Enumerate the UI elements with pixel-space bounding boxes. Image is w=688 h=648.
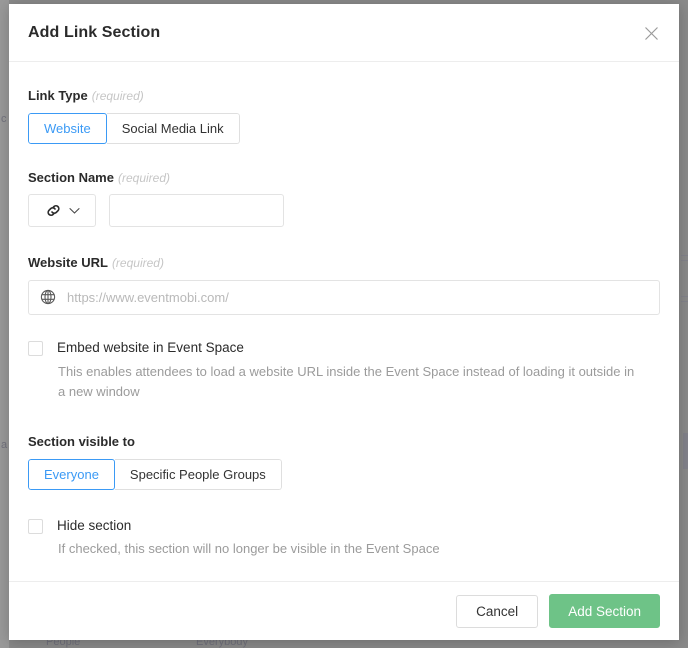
embed-website-help-text: This enables attendees to load a website… [58, 363, 635, 399]
hide-section-checkbox[interactable] [28, 518, 43, 534]
visibility-option-specific-people-groups[interactable]: Specific People Groups [114, 458, 282, 490]
embed-website-field: Embed website in Event Space This enable… [28, 340, 660, 402]
embed-website-label: Embed website in Event Space [57, 339, 244, 355]
hide-section-label: Hide section [57, 517, 132, 533]
website-url-input-wrapper [28, 279, 660, 315]
website-url-field: Website URL (required) [28, 255, 660, 315]
hide-section-checkbox-row: Hide section [28, 518, 660, 535]
section-name-label-text: Section Name [28, 169, 114, 185]
section-name-label: Section Name (required) [28, 170, 660, 186]
modal-body: Link Type (required) Website Social Media… [9, 62, 679, 581]
visibility-option-everyone[interactable]: Everyone [28, 458, 115, 490]
website-url-label-text: Website URL [28, 255, 108, 271]
section-visible-to-field: Section visible to Everyone Specific Peo… [28, 434, 660, 490]
cancel-button[interactable]: Cancel [456, 594, 539, 628]
link-icon [46, 205, 60, 217]
link-type-option-website[interactable]: Website [28, 112, 107, 144]
page-title: Add Link Section [28, 24, 161, 41]
section-visible-to-segmented-control: Everyone Specific People Groups [28, 458, 282, 490]
website-url-required-note: (required) [111, 256, 164, 271]
background-text-fragment-left-lower: a [1, 439, 8, 451]
background-left-strip [0, 0, 9, 648]
website-url-input[interactable] [28, 279, 660, 315]
hide-section-help-text: If checked, this section will no longer … [58, 541, 440, 557]
section-name-field: Section Name (required) [28, 170, 660, 228]
background-rule-4 [681, 301, 688, 302]
link-type-label-text: Link Type [28, 88, 88, 103]
add-link-section-modal: Add Link Section Link Type (required) Web… [9, 4, 679, 640]
website-url-label: Website URL (required) [28, 255, 660, 271]
link-type-option-social-media-link[interactable]: Social Media Link [106, 112, 240, 144]
background-text-fragment-left: c [1, 113, 7, 125]
chevron-down-icon [68, 207, 80, 214]
background-rule-2 [681, 260, 688, 261]
hide-section-field: Hide section If checked, this section wi… [28, 518, 660, 560]
background-rule-1 [681, 255, 688, 256]
embed-website-checkbox[interactable] [28, 340, 43, 356]
embed-website-checkbox-row: Embed website in Event Space [28, 340, 660, 357]
section-name-input[interactable] [109, 194, 284, 228]
close-button[interactable] [636, 18, 666, 48]
link-type-field: Link Type (required) Website Social Media… [28, 88, 660, 144]
background-rule-5 [683, 433, 688, 469]
add-section-button[interactable]: Add Section [549, 594, 660, 628]
section-icon-picker[interactable] [28, 194, 96, 228]
modal-footer: Cancel Add Section [9, 581, 679, 640]
link-type-label: Link Type (required) [28, 88, 660, 104]
background-rule-3 [681, 296, 688, 297]
section-name-required-note: (required) [117, 170, 171, 185]
modal-header: Add Link Section [9, 4, 679, 62]
section-visible-to-label: Section visible to [28, 433, 135, 449]
link-type-segmented-control: Website Social Media Link [28, 112, 240, 144]
section-name-row [28, 194, 660, 228]
link-type-required-note: (required) [91, 89, 144, 103]
close-icon [644, 26, 658, 40]
